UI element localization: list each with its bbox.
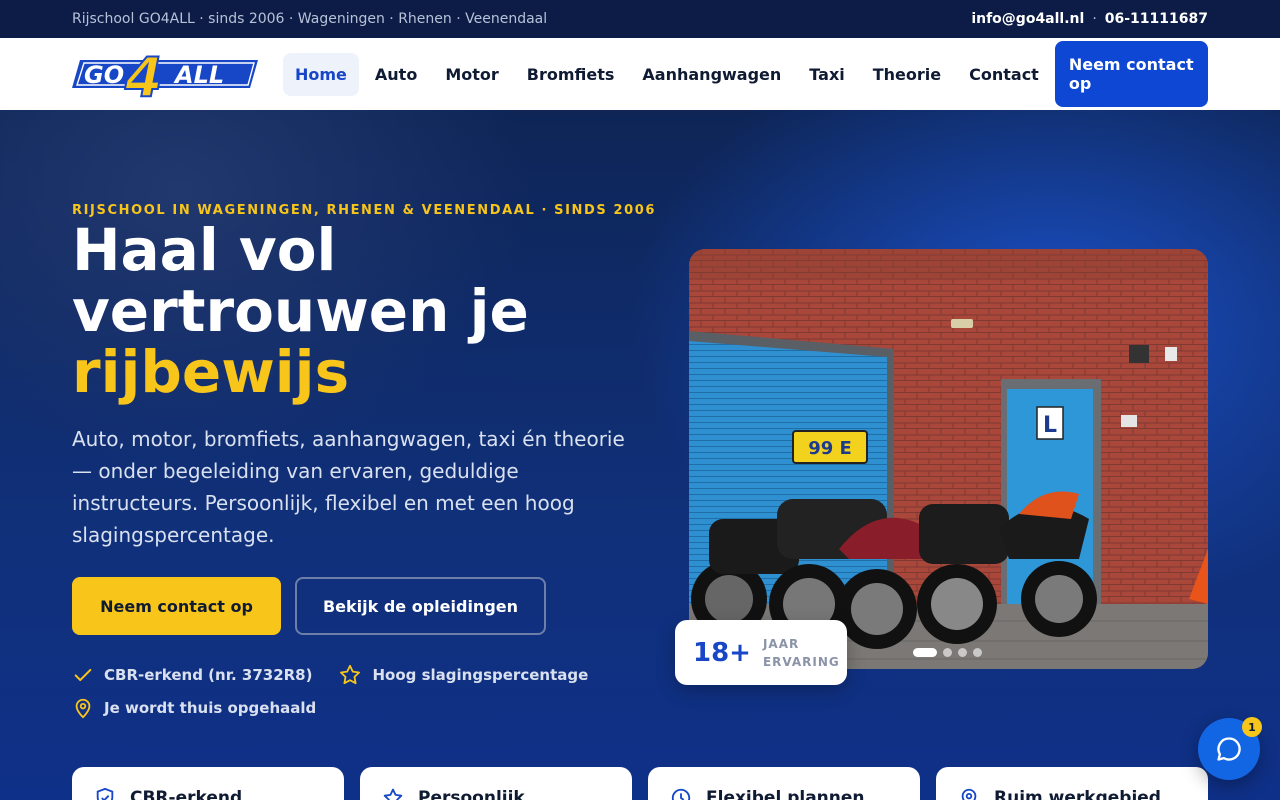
carousel-dot-3[interactable] xyxy=(958,648,967,657)
view-courses-button[interactable]: Bekijk de opleidingen xyxy=(295,577,546,635)
nav-links: Home Auto Motor Bromfiets Aanhangwagen T… xyxy=(283,52,1055,96)
carousel-dot-2[interactable] xyxy=(943,648,952,657)
stat-number: 18+ xyxy=(693,637,751,668)
feature-label: Persoonlijk xyxy=(418,788,525,800)
badge-pickup: Je wordt thuis opgehaald xyxy=(72,696,316,720)
star-icon xyxy=(383,788,403,800)
feature-card-cbr: CBR-erkend xyxy=(72,767,344,800)
nav-item-home[interactable]: Home xyxy=(283,52,359,96)
svg-text:99 E: 99 E xyxy=(808,438,852,459)
main-navigation: GO ALL 4 Home Auto Motor Bromfiets Aanha… xyxy=(0,38,1280,110)
nav-item-theorie[interactable]: Theorie xyxy=(861,53,953,96)
chat-unread-badge: 1 xyxy=(1242,717,1262,737)
svg-text:4: 4 xyxy=(124,50,163,98)
top-info-bar: Rijschool GO4ALL · sinds 2006 · Wagening… xyxy=(0,0,1280,38)
feature-card-personal: Persoonlijk xyxy=(360,767,632,800)
check-icon xyxy=(74,668,92,682)
badge-label: Je wordt thuis opgehaald xyxy=(104,699,317,717)
separator: · xyxy=(1092,11,1097,27)
hero-photo-motorcycles: 99 E L xyxy=(689,249,1208,669)
nav-contact-button[interactable]: Neem contact op xyxy=(1054,41,1208,107)
tagline: Rijschool GO4ALL · sinds 2006 · Wagening… xyxy=(72,11,548,27)
carousel-dot-1[interactable] xyxy=(913,648,937,657)
nav-item-taxi[interactable]: Taxi xyxy=(797,53,856,96)
headline-line-1: Haal vol xyxy=(72,216,337,284)
go4all-logo[interactable]: GO ALL 4 xyxy=(72,45,258,110)
star-icon xyxy=(340,664,361,685)
nav-item-motor[interactable]: Motor xyxy=(433,53,510,96)
svg-text:L: L xyxy=(1043,413,1057,438)
email-link[interactable]: info@go4all.nl xyxy=(971,11,1084,27)
hero-section: RIJSCHOOL IN WAGENINGEN, RHENEN & VEENEN… xyxy=(0,110,1280,800)
trust-badges-row-2: Je wordt thuis opgehaald xyxy=(72,696,316,720)
nav-item-bromfiets[interactable]: Bromfiets xyxy=(515,53,627,96)
carousel-dots xyxy=(913,648,982,657)
hero-headline: Haal vol vertrouwen je rijbewijs xyxy=(72,220,652,403)
hero-lead: Auto, motor, bromfiets, aanhangwagen, ta… xyxy=(72,427,625,547)
svg-text:ALL: ALL xyxy=(173,61,224,89)
nav-item-contact[interactable]: Contact xyxy=(957,53,1051,96)
map-pin-icon xyxy=(961,788,977,800)
svg-text:GO: GO xyxy=(84,61,124,89)
feature-label: CBR-erkend xyxy=(130,788,243,800)
carousel-dot-4[interactable] xyxy=(973,648,982,657)
chat-bubble-icon xyxy=(1217,737,1241,761)
feature-label: Ruim werkgebied xyxy=(994,788,1161,800)
headline-line-2: vertrouwen je xyxy=(72,277,529,345)
nav-item-aanhangwagen[interactable]: Aanhangwagen xyxy=(630,53,793,96)
badge-label: Hoog slagingspercentage xyxy=(372,666,589,684)
shield-check-icon xyxy=(96,787,114,800)
hero-contact-button[interactable]: Neem contact op xyxy=(72,577,281,635)
feature-card-area: Ruim werkgebied xyxy=(936,767,1208,800)
map-pin-icon xyxy=(75,698,91,719)
clock-icon xyxy=(671,788,691,800)
badge-label: CBR-erkend (nr. 3732R8) xyxy=(104,666,313,684)
trust-badges-row-1: CBR-erkend (nr. 3732R8) Hoog slagingsper… xyxy=(72,663,588,687)
badge-cbr: CBR-erkend (nr. 3732R8) xyxy=(72,664,312,686)
topbar-contact: info@go4all.nl · 06-11111687 xyxy=(971,11,1208,27)
phone-link[interactable]: 06-11111687 xyxy=(1105,11,1208,27)
stat-label: JAAR ERVARING xyxy=(762,636,840,669)
headline-accent: rijbewijs xyxy=(72,338,350,406)
experience-stat-card: 18+ JAAR ERVARING xyxy=(675,620,847,685)
nav-item-auto[interactable]: Auto xyxy=(363,53,429,96)
badge-success-rate: Hoog slagingspercentage xyxy=(338,663,588,687)
feature-card-flexible: Flexibel plannen xyxy=(648,767,920,800)
feature-label: Flexibel plannen xyxy=(706,788,865,800)
